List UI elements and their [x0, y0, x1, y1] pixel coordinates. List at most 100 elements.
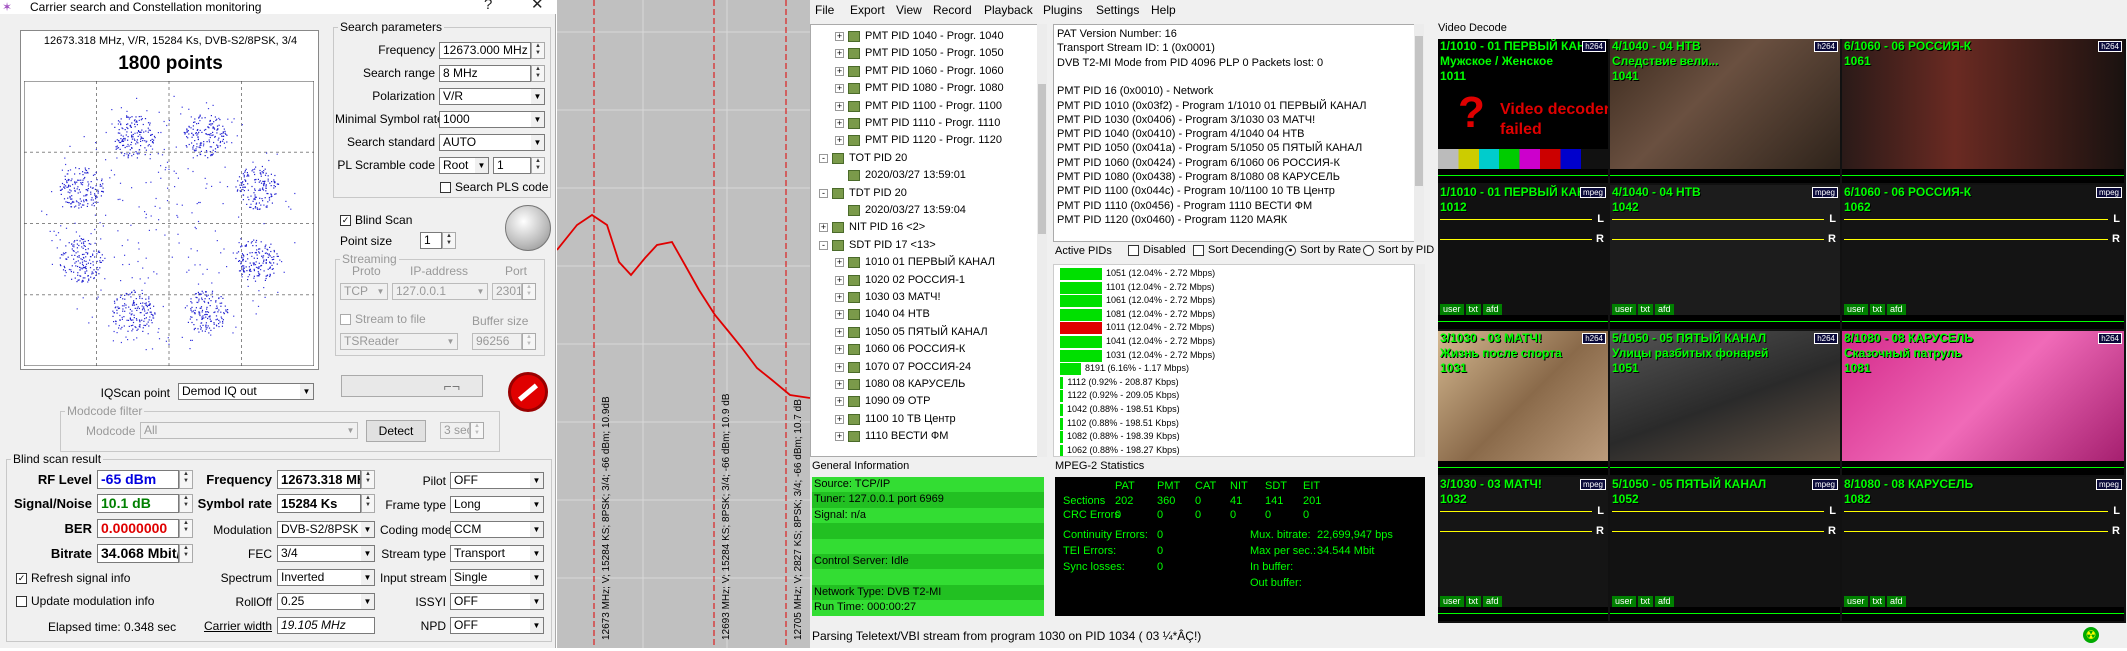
- info-scrollbar[interactable]: [1414, 24, 1424, 242]
- video-tile[interactable]: 3/1030 - 03 МАТЧ! Жизнь после спорта 1031 h…: [1438, 331, 1608, 475]
- menu-settings[interactable]: Settings: [1096, 3, 1139, 17]
- checkbox-box[interactable]: [1193, 244, 1204, 256]
- npd-select[interactable]: OFF ▼: [450, 617, 544, 634]
- result-frequency-spinner[interactable]: ▲ ▼: [361, 470, 375, 489]
- expand-icon[interactable]: +: [835, 32, 844, 41]
- point-size-input[interactable]: 1: [420, 232, 442, 249]
- checkbox-box[interactable]: [16, 595, 27, 607]
- ip-select[interactable]: 127.0.0.1 ▼: [392, 283, 488, 300]
- fec-select[interactable]: 3/4 ▼: [277, 545, 375, 562]
- video-tile[interactable]: 3/1030 - 03 МАТЧ! 1032 mpeg user txt afd L R: [1438, 477, 1608, 621]
- video-tile[interactable]: 8/1080 - 08 КАРУСЕЛЬ Сказочный патруль 108…: [1842, 331, 2124, 475]
- frame-type-select[interactable]: Long ▼: [450, 496, 544, 513]
- checkbox-box[interactable]: ✓: [16, 572, 27, 584]
- issyi-select[interactable]: OFF ▼: [450, 593, 544, 610]
- video-tile[interactable]: 5/1050 - 05 ПЯТЫЙ КАНАЛ Улицы разбитых фо…: [1610, 331, 1840, 475]
- disabled-checkbox[interactable]: Disabled: [1128, 244, 1186, 256]
- video-tile[interactable]: 5/1050 - 05 ПЯТЫЙ КАНАЛ 1052 mpeg user txt af…: [1610, 477, 1840, 621]
- expand-icon[interactable]: +: [835, 275, 844, 285]
- min-symbol-rate-select[interactable]: 1000 ▼: [439, 111, 545, 128]
- expand-icon[interactable]: +: [835, 327, 844, 337]
- symbol-rate-spinner[interactable]: ▲ ▼: [361, 494, 375, 513]
- detect-button[interactable]: Detect: [366, 420, 426, 442]
- menu-record[interactable]: Record: [933, 3, 972, 17]
- expand-icon[interactable]: +: [835, 345, 844, 355]
- expand-icon[interactable]: +: [835, 136, 844, 146]
- checkbox-box[interactable]: ✓: [340, 214, 351, 226]
- sort-descending-checkbox[interactable]: Sort Decending: [1193, 244, 1284, 256]
- buffer-size-input[interactable]: 96256: [472, 333, 522, 350]
- pl-scramble-spinner[interactable]: ▲ ▼: [531, 157, 545, 174]
- menu-playback[interactable]: Playback: [984, 3, 1033, 17]
- signal-noise-spinner[interactable]: ▲ ▼: [179, 494, 193, 513]
- stream-tree[interactable]: + PMT PID 1040 - Progr. 1040 + PMT PID 1050…: [810, 24, 1047, 457]
- pilot-select[interactable]: OFF ▼: [450, 472, 544, 489]
- video-tile[interactable]: 6/1060 - 06 РОССИЯ-К 1061 h264: [1842, 39, 2124, 183]
- expand-icon[interactable]: +: [835, 66, 844, 76]
- scrollbar-thumb[interactable]: [1038, 84, 1046, 234]
- ber-spinner[interactable]: ▲ ▼: [179, 519, 193, 538]
- detect-time-spinner[interactable]: ▲ ▼: [470, 422, 484, 439]
- video-tile[interactable]: 8/1080 - 08 КАРУСЕЛЬ 1082 mpeg user txt afd L R: [1842, 477, 2124, 621]
- buffer-size-spinner[interactable]: ▲ ▼: [522, 333, 536, 350]
- expand-icon[interactable]: +: [835, 414, 844, 424]
- close-icon[interactable]: ✕: [531, 0, 544, 12]
- expand-icon[interactable]: +: [835, 310, 844, 320]
- expand-icon[interactable]: +: [835, 101, 844, 111]
- expand-icon[interactable]: +: [835, 84, 844, 94]
- expand-icon[interactable]: +: [835, 293, 844, 302]
- sort-by-rate-radio[interactable]: ● Sort by Rate: [1285, 244, 1361, 256]
- rf-level-spinner[interactable]: ▲ ▼: [179, 470, 193, 489]
- refresh-signal-checkbox[interactable]: ✓ Refresh signal info: [16, 571, 130, 585]
- polarization-select[interactable]: V/R ▼: [439, 88, 545, 105]
- search-pls-checkbox[interactable]: Search PLS code: [440, 180, 548, 194]
- sort-by-pid-radio[interactable]: Sort by PID: [1363, 244, 1434, 256]
- search-range-input[interactable]: 8 MHz: [439, 65, 531, 82]
- frequency-spinner[interactable]: ▲ ▼: [531, 42, 545, 59]
- stop-button[interactable]: [508, 372, 548, 412]
- expand-icon[interactable]: +: [819, 223, 828, 233]
- update-modulation-checkbox[interactable]: Update modulation info: [16, 594, 154, 608]
- radio-circle[interactable]: [1363, 244, 1374, 256]
- pid-list[interactable]: 1051 (12.04% - 2.72 Mbps) 1101 (12.04% - …: [1053, 264, 1415, 457]
- modulation-select[interactable]: DVB-S2/8PSK ▼: [277, 521, 375, 538]
- expand-icon[interactable]: +: [835, 258, 844, 268]
- video-tile[interactable]: 1/1010 - 01 ПЕРВЫЙ КАНАЛ 1012 mpeg user txt a…: [1438, 185, 1608, 329]
- video-tile[interactable]: 4/1040 - 04 НТВ Следствие вели... 1041 h264: [1610, 39, 1840, 183]
- search-range-spinner[interactable]: ▲ ▼: [531, 65, 545, 82]
- file-type-select[interactable]: TSReader ▼: [340, 333, 458, 350]
- frequency-input[interactable]: 12673.000 MHz: [439, 42, 531, 59]
- spectrum-select[interactable]: Inverted ▼: [277, 569, 375, 586]
- stream-to-file-checkbox[interactable]: Stream to file: [340, 312, 426, 326]
- collapse-icon[interactable]: -: [819, 153, 828, 163]
- satellite-dish-icon[interactable]: [505, 205, 551, 251]
- video-tile[interactable]: 4/1040 - 04 НТВ 1042 mpeg user txt afd L R: [1610, 185, 1840, 329]
- pid-scrollbar[interactable]: [1415, 264, 1425, 457]
- iqscan-select[interactable]: Demod IQ out ▼: [178, 383, 314, 400]
- proto-select[interactable]: TCP ▼: [340, 283, 388, 300]
- scrollbar-thumb[interactable]: [1415, 36, 1423, 186]
- expand-icon[interactable]: +: [835, 49, 844, 59]
- bitrate-spinner[interactable]: ▲ ▼: [179, 544, 193, 563]
- input-stream-select[interactable]: Single ▼: [450, 569, 544, 586]
- help-icon[interactable]: ?: [484, 0, 492, 12]
- expand-icon[interactable]: +: [835, 362, 844, 372]
- menu-file[interactable]: File: [815, 3, 834, 17]
- checkbox-box[interactable]: [1128, 244, 1139, 256]
- pl-scramble-mode-select[interactable]: Root ▼: [439, 157, 489, 174]
- port-spinner[interactable]: ▲ ▼: [522, 283, 536, 300]
- checkbox-box[interactable]: [340, 313, 351, 325]
- menu-export[interactable]: Export: [850, 3, 885, 17]
- expand-icon[interactable]: +: [835, 119, 844, 128]
- pl-scramble-input[interactable]: 1: [493, 157, 531, 174]
- collapse-icon[interactable]: -: [819, 188, 828, 198]
- expand-icon[interactable]: +: [835, 432, 844, 442]
- blind-scan-checkbox[interactable]: ✓ Blind Scan: [340, 213, 412, 227]
- tree-scrollbar[interactable]: [1037, 24, 1047, 457]
- collapse-icon[interactable]: -: [819, 240, 828, 250]
- search-standard-select[interactable]: AUTO ▼: [439, 134, 545, 151]
- port-input[interactable]: 2301: [492, 283, 522, 300]
- radio-circle[interactable]: ●: [1285, 244, 1296, 256]
- detect-time-input[interactable]: 3 sec: [440, 422, 470, 439]
- stream-type-select[interactable]: Transport ▼: [450, 545, 544, 562]
